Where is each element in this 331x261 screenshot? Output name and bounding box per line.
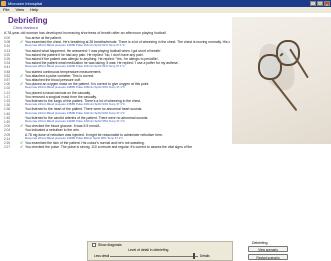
detail-level-label: Level of detail in debriefing xyxy=(128,248,169,252)
minimize-icon[interactable]: _ xyxy=(310,1,316,7)
close-icon[interactable]: × xyxy=(324,1,330,7)
log-entry: 2:27 ✓ You checked the pulse. The pulse is… xyxy=(4,145,230,150)
debriefing-actions: Debriefing View scenario Restart scenari… xyxy=(246,241,290,261)
debriefing-label: Debriefing xyxy=(252,241,268,245)
debriefing-subheading: Chris Harbour xyxy=(13,25,38,30)
title-bar: Microsim Inhospital _ □ × xyxy=(0,0,331,7)
vital-signs-text: Resp.rate 28/min Blood pressure 140/80 P… xyxy=(25,44,125,48)
vital-signs-text: Resp.rate 24/min Blood pressure 135/80 P… xyxy=(25,111,125,115)
log-entries: 0:00 You arrive at the patient. 0:08 ✓ You e… xyxy=(4,36,230,149)
vital-signs-text: Resp.rate 24/min Blood pressure 135/80 P… xyxy=(25,103,125,107)
debrief-detail-panel: Show diagnosis Level of detail in debrie… xyxy=(87,241,233,261)
detail-slider-handle[interactable] xyxy=(192,253,195,259)
debriefing-heading: Debriefing xyxy=(8,17,48,25)
vital-signs-text: Resp.rate 22/min Blood pressure 132/80 P… xyxy=(25,120,125,124)
less-detail-label: Less detail xyxy=(94,254,110,258)
window-title: Microsim Inhospital xyxy=(8,1,43,6)
vital-signs-text: Resp.rate 26/min Blood pressure 138/80 P… xyxy=(25,86,125,90)
more-detail-label: Details xyxy=(200,254,210,258)
app-icon xyxy=(1,1,6,6)
entry-time: 2:27 xyxy=(4,145,11,150)
debriefing-log[interactable]: Debriefing Chris Harbour A 78-year-old w… xyxy=(4,17,230,193)
window-controls: _ □ × xyxy=(310,1,330,7)
show-diagnosis-checkbox[interactable] xyxy=(92,243,96,247)
entry-text: You checked the pulse. The pulse is stro… xyxy=(25,145,193,150)
detail-slider-track[interactable] xyxy=(110,256,198,257)
show-diagnosis-label: Show diagnosis xyxy=(98,243,122,247)
view-scenario-button[interactable]: View scenario xyxy=(248,246,288,252)
restart-scenario-button[interactable]: Restart scenario xyxy=(248,254,288,260)
vital-signs-text: Resp.rate 20/min Blood pressure 130/80 P… xyxy=(25,136,124,140)
maximize-icon[interactable]: □ xyxy=(317,1,323,7)
vital-signs-text: Resp.rate 28/min Blood pressure 140/80 P… xyxy=(25,65,125,69)
